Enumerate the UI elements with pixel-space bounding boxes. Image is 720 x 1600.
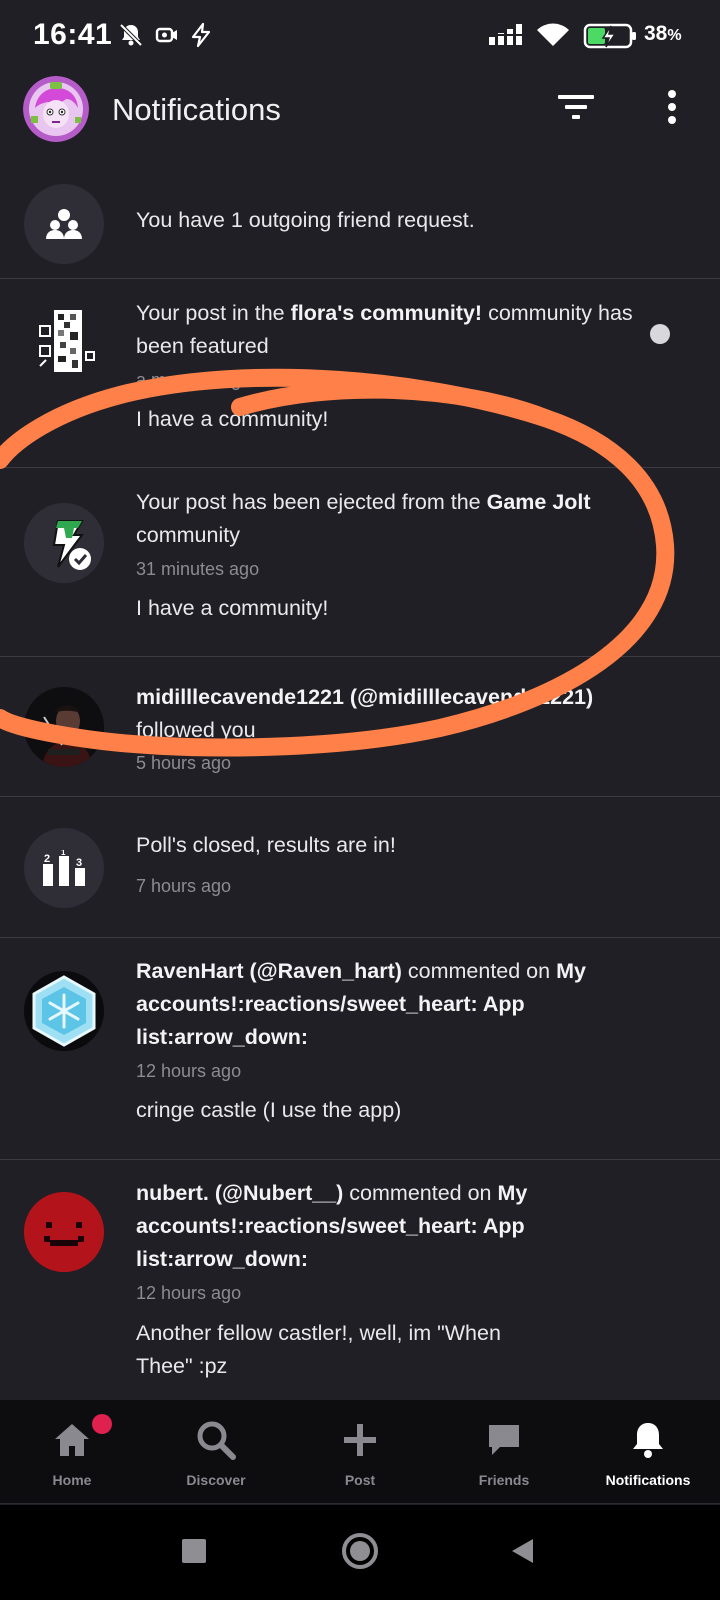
- filter-icon: [558, 93, 594, 126]
- notification-emphasis[interactable]: RavenHart (@Raven_hart): [136, 959, 402, 983]
- user-avatar-dark: [24, 687, 104, 767]
- notification-time: 12 hours ago: [136, 1283, 242, 1303]
- notification-text: nubert. (@Nubert__) commented on My acco…: [136, 1177, 636, 1276]
- home-icon: [50, 1418, 94, 1462]
- notification-text: Your post has been ejected from the Game…: [136, 486, 636, 552]
- notification-item[interactable]: midilllecavende1221 (@midilllecavende122…: [0, 657, 720, 797]
- notification-emphasis[interactable]: flora's community!: [291, 301, 482, 325]
- notification-post-title: I have a community!: [136, 596, 329, 620]
- svg-text:3: 3: [76, 857, 82, 869]
- square-icon: [181, 1538, 207, 1569]
- app-header: Notifications: [0, 70, 720, 160]
- notification-time: 5 hours ago: [136, 753, 232, 773]
- notification-text: RavenHart (@Raven_hart) commented on My …: [136, 955, 636, 1054]
- notification-emphasis[interactable]: midilllecavende1221 (@midilllecavende122…: [136, 685, 593, 709]
- system-nav-bar: [0, 1505, 720, 1600]
- notification-badge: [92, 1414, 112, 1434]
- friends-group-icon: [24, 184, 104, 264]
- nav-label: Post: [344, 1472, 376, 1488]
- back-triangle-icon: [509, 1537, 535, 1570]
- notification-item[interactable]: You have 1 outgoing friend request.: [0, 173, 720, 279]
- notification-comment: Another fellow castler!, well, im "When …: [136, 1321, 501, 1378]
- more-vert-icon: [667, 89, 677, 129]
- svg-text:1: 1: [61, 850, 66, 857]
- page-title: Notifications: [112, 92, 281, 127]
- poll-icon: 2 1 3: [24, 828, 104, 908]
- status-bar: 16:41 38%: [0, 0, 720, 70]
- recent-apps-button[interactable]: [174, 1533, 214, 1573]
- notification-item[interactable]: Your post in the flora's community! comm…: [0, 279, 720, 468]
- notification-item[interactable]: RavenHart (@Raven_hart) commented on My …: [0, 938, 720, 1160]
- notification-emphasis[interactable]: nubert. (@Nubert__): [136, 1181, 343, 1205]
- lightning-icon: [188, 22, 214, 53]
- notification-list: You have 1 outgoing friend request. Your…: [0, 173, 720, 1400]
- notification-time: 7 hours ago: [136, 876, 232, 896]
- notification-comment: cringe castle (I use the app): [136, 1098, 402, 1122]
- battery-charging-icon: [583, 22, 639, 55]
- notification-item[interactable]: nubert. (@Nubert__) commented on My acco…: [0, 1160, 720, 1400]
- notification-item[interactable]: 2 1 3 Poll's closed, results are in! 7 h…: [0, 797, 720, 938]
- nav-home[interactable]: Home: [0, 1400, 144, 1504]
- more-options-button[interactable]: [647, 84, 697, 134]
- bell-icon: [626, 1418, 670, 1462]
- pixel-art-avatar: [24, 300, 104, 380]
- snowflake-avatar: [24, 971, 104, 1051]
- svg-text:2: 2: [44, 853, 50, 865]
- notification-text-part: followed you: [136, 718, 256, 742]
- bottom-nav: Home Discover Post Friends Notifications: [0, 1400, 720, 1504]
- unread-indicator: [650, 324, 670, 344]
- camera-icon: [154, 22, 180, 53]
- nav-notifications[interactable]: Notifications: [576, 1400, 720, 1504]
- notification-text-part: Your post in the: [136, 301, 291, 325]
- signal-icon: [488, 22, 524, 51]
- notification-text-part: commented on: [343, 1181, 498, 1205]
- notification-post-title: I have a community!: [136, 407, 329, 431]
- notification-text-part: commented on: [401, 959, 557, 983]
- notification-text: You have 1 outgoing friend request.: [136, 204, 636, 237]
- notification-time: a moment ago: [136, 370, 252, 390]
- nav-friends[interactable]: Friends: [432, 1400, 576, 1504]
- search-icon: [194, 1418, 238, 1462]
- nav-discover[interactable]: Discover: [144, 1400, 288, 1504]
- notification-item[interactable]: Your post has been ejected from the Game…: [0, 468, 720, 657]
- wifi-icon: [536, 22, 570, 53]
- bell-off-icon: [118, 22, 144, 53]
- nav-label: Friends: [478, 1472, 530, 1488]
- notification-time: 12 hours ago: [136, 1061, 242, 1081]
- notification-text-part: Poll's closed, results are in!: [136, 833, 396, 857]
- nav-label: Home: [52, 1472, 92, 1488]
- nav-post[interactable]: Post: [288, 1400, 432, 1504]
- notification-text-part: community: [136, 523, 240, 547]
- notification-text-part: You have 1 outgoing friend request.: [136, 208, 475, 232]
- notification-emphasis[interactable]: Game Jolt: [487, 490, 591, 514]
- plus-icon: [338, 1418, 382, 1462]
- notification-time: 31 minutes ago: [136, 559, 260, 579]
- home-system-button[interactable]: [340, 1532, 380, 1575]
- circle-icon: [341, 1532, 379, 1575]
- red-smile-avatar: [24, 1192, 104, 1272]
- notification-text: midilllecavende1221 (@midilllecavende122…: [136, 681, 636, 747]
- user-avatar[interactable]: [23, 76, 89, 142]
- game-jolt-logo: [24, 503, 104, 583]
- chat-bubble-icon: [482, 1418, 526, 1462]
- back-button[interactable]: [502, 1533, 542, 1573]
- nav-label: Notifications: [605, 1472, 691, 1488]
- notification-text-part: Your post has been ejected from the: [136, 490, 487, 514]
- notification-text: Poll's closed, results are in!: [136, 829, 636, 862]
- battery-percent: 38%: [644, 22, 682, 45]
- notification-text: Your post in the flora's community! comm…: [136, 297, 636, 363]
- filter-button[interactable]: [551, 84, 601, 134]
- status-time: 16:41: [33, 18, 113, 51]
- nav-label: Discover: [186, 1472, 246, 1488]
